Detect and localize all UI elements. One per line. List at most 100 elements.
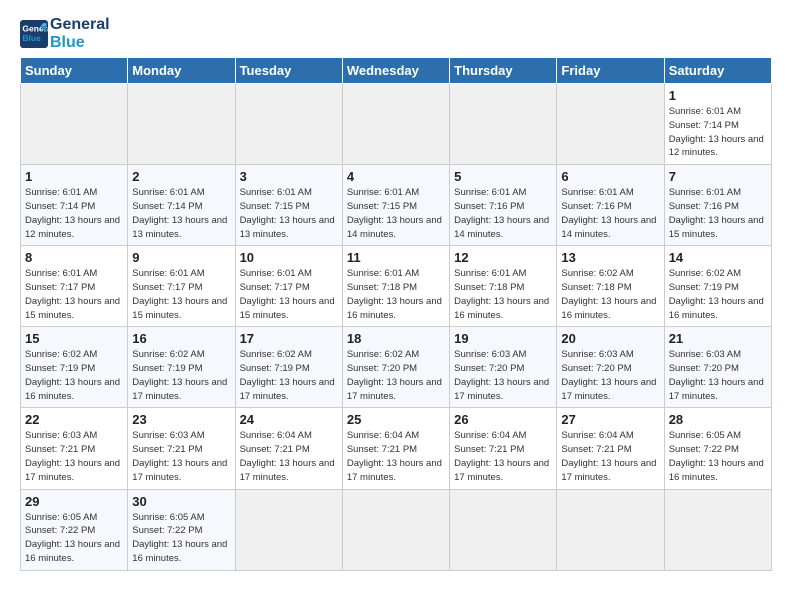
daylight-label: Daylight: 13 hours and 17 minutes. bbox=[132, 377, 227, 402]
sunrise-label: Sunrise: 6:04 AM bbox=[561, 430, 633, 441]
day-cell: 12 Sunrise: 6:01 AM Sunset: 7:18 PM Dayl… bbox=[450, 246, 557, 327]
day-cell bbox=[664, 489, 771, 570]
daylight-label: Daylight: 13 hours and 16 minutes. bbox=[25, 539, 120, 564]
daylight-label: Daylight: 13 hours and 16 minutes. bbox=[561, 296, 656, 321]
daylight-label: Daylight: 13 hours and 17 minutes. bbox=[561, 458, 656, 483]
week-row-2: 1 Sunrise: 6:01 AM Sunset: 7:14 PM Dayli… bbox=[21, 165, 772, 246]
sunset-label: Sunset: 7:18 PM bbox=[454, 282, 524, 293]
sunset-label: Sunset: 7:14 PM bbox=[132, 201, 202, 212]
day-cell: 13 Sunrise: 6:02 AM Sunset: 7:18 PM Dayl… bbox=[557, 246, 664, 327]
day-cell: 14 Sunrise: 6:02 AM Sunset: 7:19 PM Dayl… bbox=[664, 246, 771, 327]
sunrise-label: Sunrise: 6:01 AM bbox=[669, 187, 741, 198]
sunrise-label: Sunrise: 6:01 AM bbox=[25, 187, 97, 198]
sunrise-label: Sunrise: 6:02 AM bbox=[561, 268, 633, 279]
day-info: Sunrise: 6:01 AM Sunset: 7:18 PM Dayligh… bbox=[454, 267, 552, 322]
day-info: Sunrise: 6:01 AM Sunset: 7:16 PM Dayligh… bbox=[561, 186, 659, 241]
day-info: Sunrise: 6:04 AM Sunset: 7:21 PM Dayligh… bbox=[454, 429, 552, 484]
sunrise-label: Sunrise: 6:03 AM bbox=[25, 430, 97, 441]
day-cell: 1 Sunrise: 6:01 AM Sunset: 7:14 PM Dayli… bbox=[664, 84, 771, 165]
daylight-label: Daylight: 13 hours and 16 minutes. bbox=[454, 296, 549, 321]
day-info: Sunrise: 6:01 AM Sunset: 7:17 PM Dayligh… bbox=[25, 267, 123, 322]
day-cell: 6 Sunrise: 6:01 AM Sunset: 7:16 PM Dayli… bbox=[557, 165, 664, 246]
day-info: Sunrise: 6:01 AM Sunset: 7:17 PM Dayligh… bbox=[240, 267, 338, 322]
sunset-label: Sunset: 7:14 PM bbox=[669, 120, 739, 131]
sunset-label: Sunset: 7:20 PM bbox=[561, 363, 631, 374]
daylight-label: Daylight: 13 hours and 15 minutes. bbox=[132, 296, 227, 321]
day-cell bbox=[21, 84, 128, 165]
daylight-label: Daylight: 13 hours and 12 minutes. bbox=[25, 215, 120, 240]
day-info: Sunrise: 6:03 AM Sunset: 7:20 PM Dayligh… bbox=[561, 348, 659, 403]
sunset-label: Sunset: 7:19 PM bbox=[240, 363, 310, 374]
col-header-tuesday: Tuesday bbox=[235, 58, 342, 84]
sunrise-label: Sunrise: 6:01 AM bbox=[347, 268, 419, 279]
col-header-thursday: Thursday bbox=[450, 58, 557, 84]
day-info: Sunrise: 6:02 AM Sunset: 7:20 PM Dayligh… bbox=[347, 348, 445, 403]
daylight-label: Daylight: 13 hours and 15 minutes. bbox=[25, 296, 120, 321]
col-header-wednesday: Wednesday bbox=[342, 58, 449, 84]
day-info: Sunrise: 6:02 AM Sunset: 7:19 PM Dayligh… bbox=[132, 348, 230, 403]
day-info: Sunrise: 6:02 AM Sunset: 7:19 PM Dayligh… bbox=[669, 267, 767, 322]
day-number: 1 bbox=[669, 88, 767, 103]
day-cell: 15 Sunrise: 6:02 AM Sunset: 7:19 PM Dayl… bbox=[21, 327, 128, 408]
sunrise-label: Sunrise: 6:04 AM bbox=[347, 430, 419, 441]
day-number: 17 bbox=[240, 331, 338, 346]
daylight-label: Daylight: 13 hours and 17 minutes. bbox=[561, 377, 656, 402]
day-cell bbox=[342, 84, 449, 165]
sunset-label: Sunset: 7:15 PM bbox=[347, 201, 417, 212]
day-number: 24 bbox=[240, 412, 338, 427]
day-info: Sunrise: 6:01 AM Sunset: 7:14 PM Dayligh… bbox=[132, 186, 230, 241]
daylight-label: Daylight: 13 hours and 16 minutes. bbox=[669, 296, 764, 321]
sunset-label: Sunset: 7:19 PM bbox=[25, 363, 95, 374]
week-row-3: 8 Sunrise: 6:01 AM Sunset: 7:17 PM Dayli… bbox=[21, 246, 772, 327]
sunrise-label: Sunrise: 6:01 AM bbox=[454, 268, 526, 279]
sunset-label: Sunset: 7:21 PM bbox=[454, 444, 524, 455]
day-cell: 11 Sunrise: 6:01 AM Sunset: 7:18 PM Dayl… bbox=[342, 246, 449, 327]
day-cell bbox=[557, 84, 664, 165]
day-info: Sunrise: 6:04 AM Sunset: 7:21 PM Dayligh… bbox=[240, 429, 338, 484]
col-header-friday: Friday bbox=[557, 58, 664, 84]
col-header-sunday: Sunday bbox=[21, 58, 128, 84]
sunrise-label: Sunrise: 6:02 AM bbox=[25, 349, 97, 360]
day-info: Sunrise: 6:03 AM Sunset: 7:21 PM Dayligh… bbox=[132, 429, 230, 484]
day-cell: 19 Sunrise: 6:03 AM Sunset: 7:20 PM Dayl… bbox=[450, 327, 557, 408]
sunrise-label: Sunrise: 6:01 AM bbox=[669, 106, 741, 117]
day-info: Sunrise: 6:05 AM Sunset: 7:22 PM Dayligh… bbox=[132, 511, 230, 566]
day-info: Sunrise: 6:01 AM Sunset: 7:14 PM Dayligh… bbox=[25, 186, 123, 241]
day-number: 1 bbox=[25, 169, 123, 184]
sunrise-label: Sunrise: 6:05 AM bbox=[669, 430, 741, 441]
day-number: 25 bbox=[347, 412, 445, 427]
day-info: Sunrise: 6:02 AM Sunset: 7:19 PM Dayligh… bbox=[25, 348, 123, 403]
day-cell bbox=[450, 489, 557, 570]
daylight-label: Daylight: 13 hours and 16 minutes. bbox=[132, 539, 227, 564]
sunrise-label: Sunrise: 6:02 AM bbox=[240, 349, 312, 360]
day-cell: 27 Sunrise: 6:04 AM Sunset: 7:21 PM Dayl… bbox=[557, 408, 664, 489]
sunrise-label: Sunrise: 6:01 AM bbox=[561, 187, 633, 198]
day-number: 8 bbox=[25, 250, 123, 265]
day-number: 19 bbox=[454, 331, 552, 346]
day-cell bbox=[235, 84, 342, 165]
day-info: Sunrise: 6:04 AM Sunset: 7:21 PM Dayligh… bbox=[561, 429, 659, 484]
daylight-label: Daylight: 13 hours and 16 minutes. bbox=[347, 296, 442, 321]
day-cell: 9 Sunrise: 6:01 AM Sunset: 7:17 PM Dayli… bbox=[128, 246, 235, 327]
sunset-label: Sunset: 7:22 PM bbox=[669, 444, 739, 455]
day-info: Sunrise: 6:01 AM Sunset: 7:18 PM Dayligh… bbox=[347, 267, 445, 322]
day-cell: 23 Sunrise: 6:03 AM Sunset: 7:21 PM Dayl… bbox=[128, 408, 235, 489]
day-cell: 28 Sunrise: 6:05 AM Sunset: 7:22 PM Dayl… bbox=[664, 408, 771, 489]
sunset-label: Sunset: 7:21 PM bbox=[561, 444, 631, 455]
day-cell: 20 Sunrise: 6:03 AM Sunset: 7:20 PM Dayl… bbox=[557, 327, 664, 408]
day-info: Sunrise: 6:03 AM Sunset: 7:20 PM Dayligh… bbox=[454, 348, 552, 403]
daylight-label: Daylight: 13 hours and 15 minutes. bbox=[669, 215, 764, 240]
day-info: Sunrise: 6:02 AM Sunset: 7:18 PM Dayligh… bbox=[561, 267, 659, 322]
sunset-label: Sunset: 7:20 PM bbox=[454, 363, 524, 374]
day-number: 13 bbox=[561, 250, 659, 265]
daylight-label: Daylight: 13 hours and 17 minutes. bbox=[669, 377, 764, 402]
sunrise-label: Sunrise: 6:05 AM bbox=[132, 512, 204, 523]
day-number: 6 bbox=[561, 169, 659, 184]
daylight-label: Daylight: 13 hours and 17 minutes. bbox=[240, 458, 335, 483]
sunset-label: Sunset: 7:22 PM bbox=[132, 525, 202, 536]
daylight-label: Daylight: 13 hours and 14 minutes. bbox=[561, 215, 656, 240]
sunrise-label: Sunrise: 6:03 AM bbox=[669, 349, 741, 360]
day-number: 27 bbox=[561, 412, 659, 427]
sunrise-label: Sunrise: 6:04 AM bbox=[240, 430, 312, 441]
daylight-label: Daylight: 13 hours and 17 minutes. bbox=[454, 458, 549, 483]
